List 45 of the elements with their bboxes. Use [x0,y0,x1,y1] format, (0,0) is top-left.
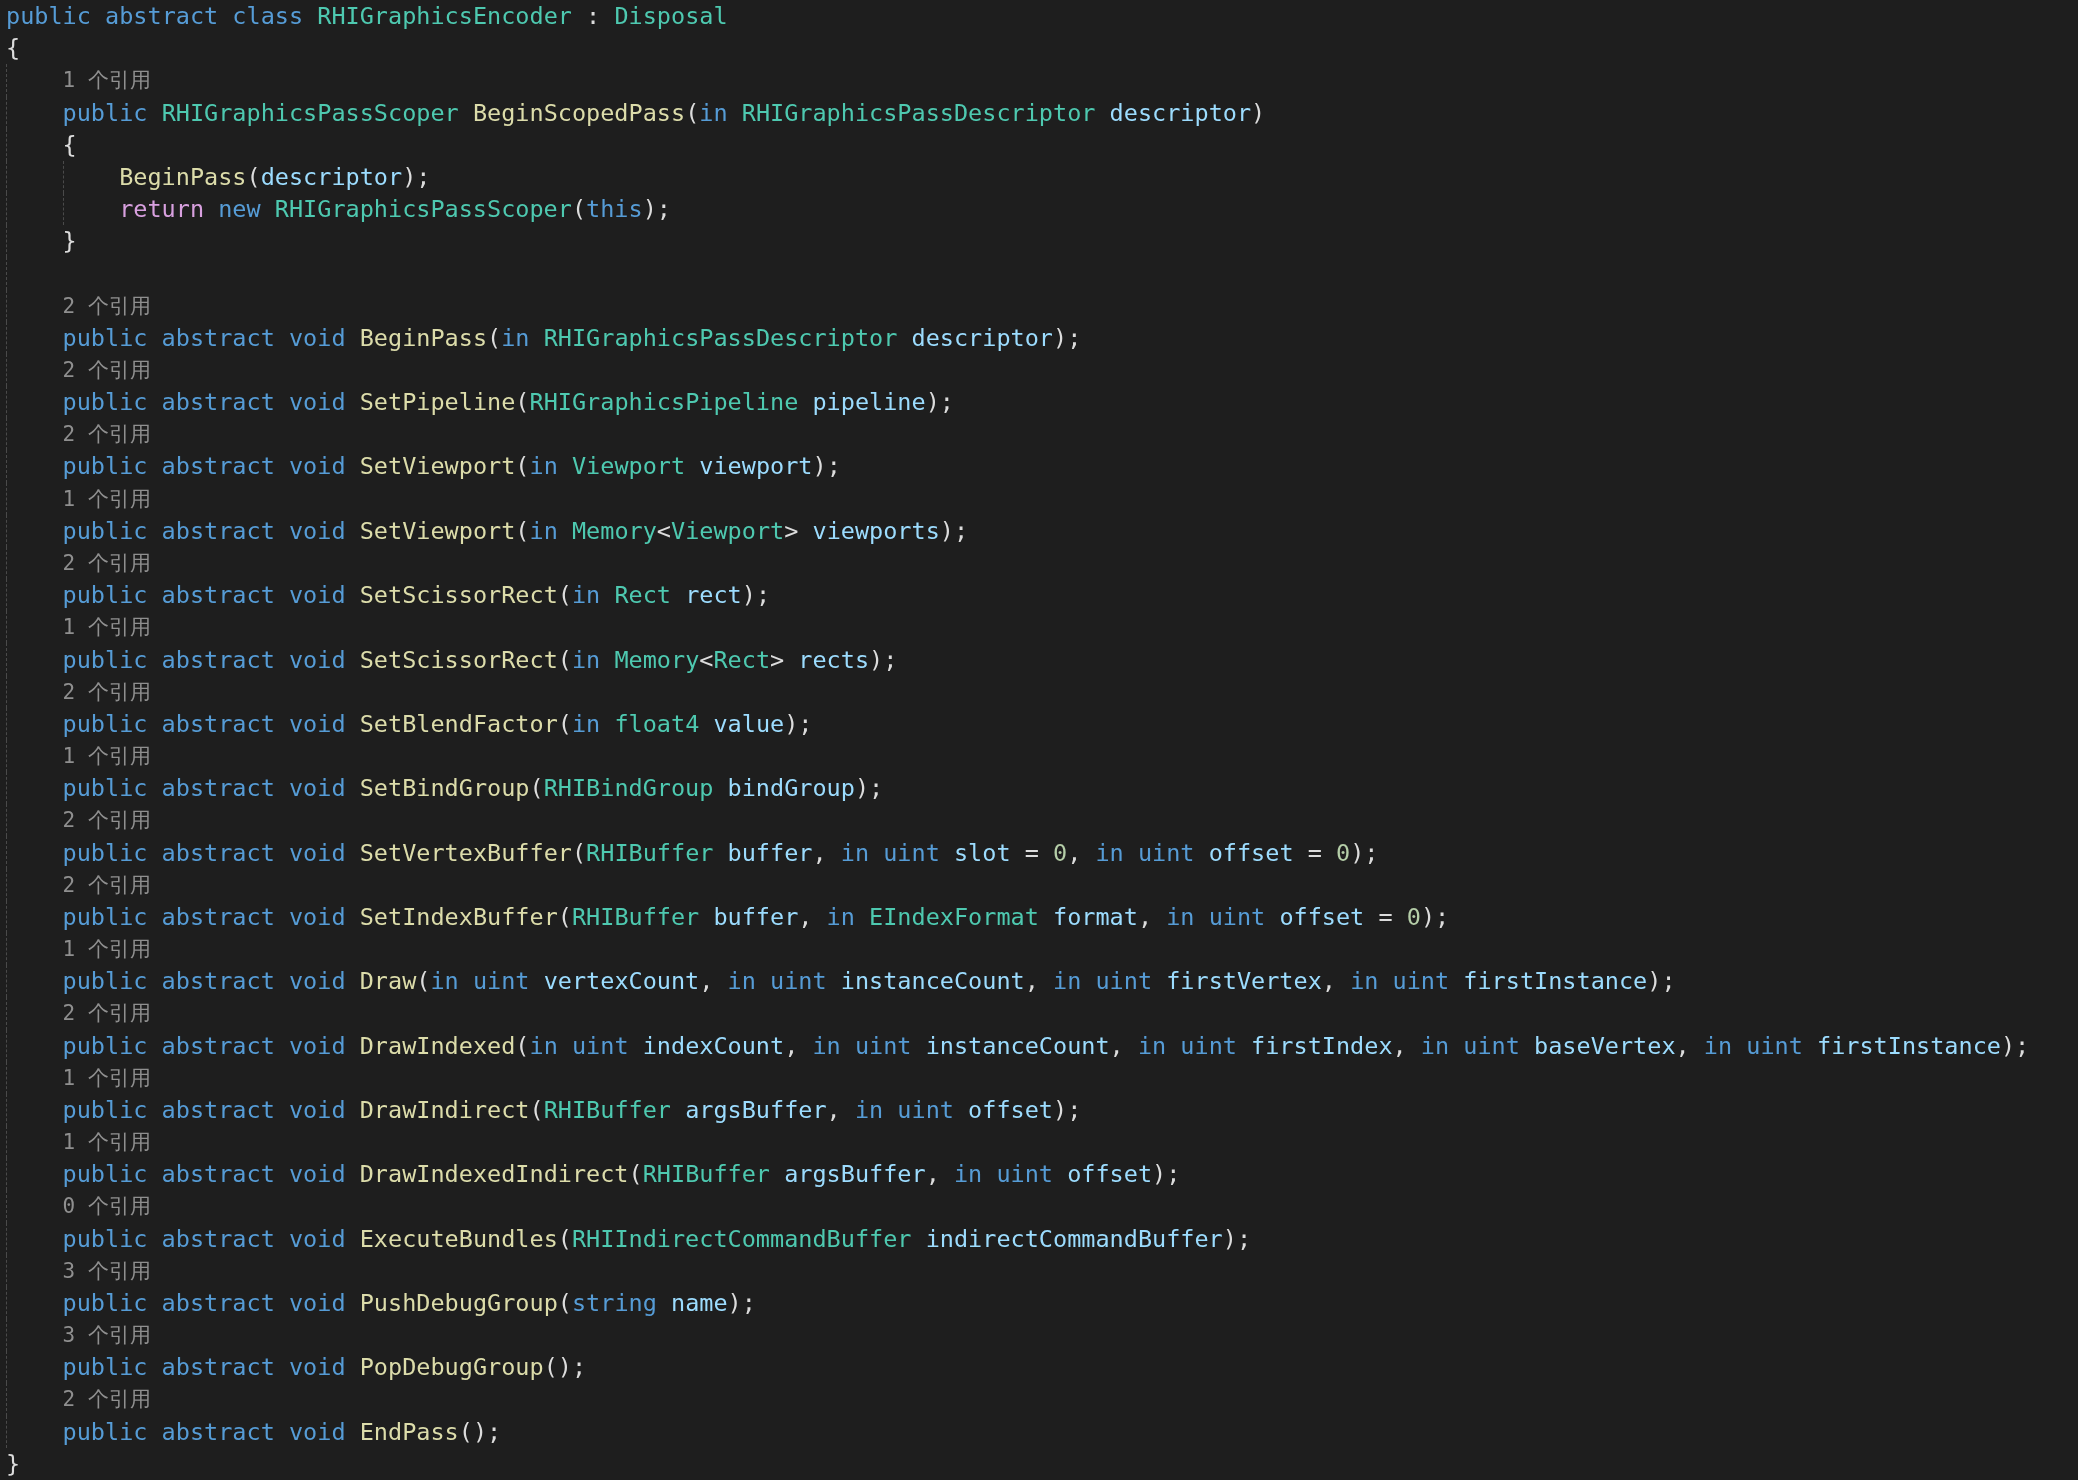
code-line: public abstract void SetIndexBuffer(RHIBuffer buffer, in EIndexFormat format, in uint offset = 0); [62,902,1450,931]
code-line: public abstract void BeginPass(in RHIGraphicsPassDescriptor descriptor); [62,323,1082,352]
reference-count-link[interactable]: 2 个引用 [62,420,151,449]
code-line: public abstract void Draw(in uint vertexCount, in uint instanceCount, in uint firstVertex, in uint firstInstance); [62,967,1676,996]
reference-count-link[interactable]: 2 个引用 [62,291,151,320]
reference-count-link[interactable]: 1 个引用 [62,742,151,771]
code-line: } [62,227,77,256]
code-line: { [6,34,21,63]
code-line: public abstract void DrawIndirect(RHIBuffer argsBuffer, in uint offset); [62,1095,1082,1124]
code-line: public abstract void EndPass(); [62,1417,502,1446]
code-line: BeginPass(descriptor); [119,162,431,191]
reference-count-link[interactable]: 2 个引用 [62,806,151,835]
reference-count-link[interactable]: 1 个引用 [62,1063,151,1092]
reference-count-link[interactable]: 2 个引用 [62,1385,151,1414]
code-line: public abstract void SetViewport(in Viewport viewport); [62,452,841,481]
reference-count-link[interactable]: 1 个引用 [62,613,151,642]
reference-count-link[interactable]: 1 个引用 [62,66,151,95]
reference-count-link[interactable]: 1 个引用 [62,484,151,513]
code-line: public abstract void SetPipeline(RHIGraphicsPipeline pipeline); [62,388,954,417]
code-line: public abstract void PushDebugGroup(string name); [62,1288,756,1317]
code-line: { [62,130,77,159]
reference-count-link[interactable]: 2 个引用 [62,999,151,1028]
reference-count-link[interactable]: 2 个引用 [62,549,151,577]
code-line: public abstract void DrawIndexedIndirect(RHIBuffer argsBuffer, in uint offset); [62,1160,1181,1189]
code-line: public abstract void SetViewport(in Memory<Viewport> viewports); [62,516,969,545]
code-line: public RHIGraphicsPassScoper BeginScopedPass(in RHIGraphicsPassDescriptor descriptor) [62,98,1266,127]
code-line: public abstract void ExecuteBundles(RHIIndirectCommandBuffer indirectCommandBuffer); [62,1224,1252,1253]
reference-count-link[interactable]: 2 个引用 [62,355,151,384]
code-line: public abstract void PopDebugGroup(); [62,1353,587,1382]
reference-count-link[interactable]: 3 个引用 [62,1256,151,1285]
code-line: public abstract void SetVertexBuffer(RHIBuffer buffer, in uint slot = 0, in uint offset = 0); [62,838,1379,867]
reference-count-link[interactable]: 3 个引用 [62,1321,151,1350]
code-line: public abstract void SetBindGroup(RHIBindGroup bindGroup); [62,774,884,803]
reference-count-link[interactable]: 1 个引用 [62,1128,151,1157]
code-line: public abstract void SetScissorRect(in Memory<Rect> rects); [62,645,898,674]
reference-count-link[interactable]: 1 个引用 [62,935,151,964]
code-line: public abstract void DrawIndexed(in uint indexCount, in uint instanceCount, in uint firstIndex, in uint baseVertex, in uint firstInstance); [62,1031,2030,1060]
reference-count-link[interactable]: 2 个引用 [62,677,151,706]
code-line: public abstract void SetScissorRect(in Rect rect); [62,581,771,610]
code-line: return new RHIGraphicsPassScoper(this); [119,195,671,224]
code-line: public abstract class RHIGraphicsEncoder : Disposal [6,2,728,31]
reference-count-link[interactable]: 2 个引用 [62,870,151,899]
code-line: } [6,1449,21,1478]
reference-count-link[interactable]: 0 个引用 [62,1192,151,1221]
code-line: public abstract void SetBlendFactor(in float4 value); [62,709,813,738]
